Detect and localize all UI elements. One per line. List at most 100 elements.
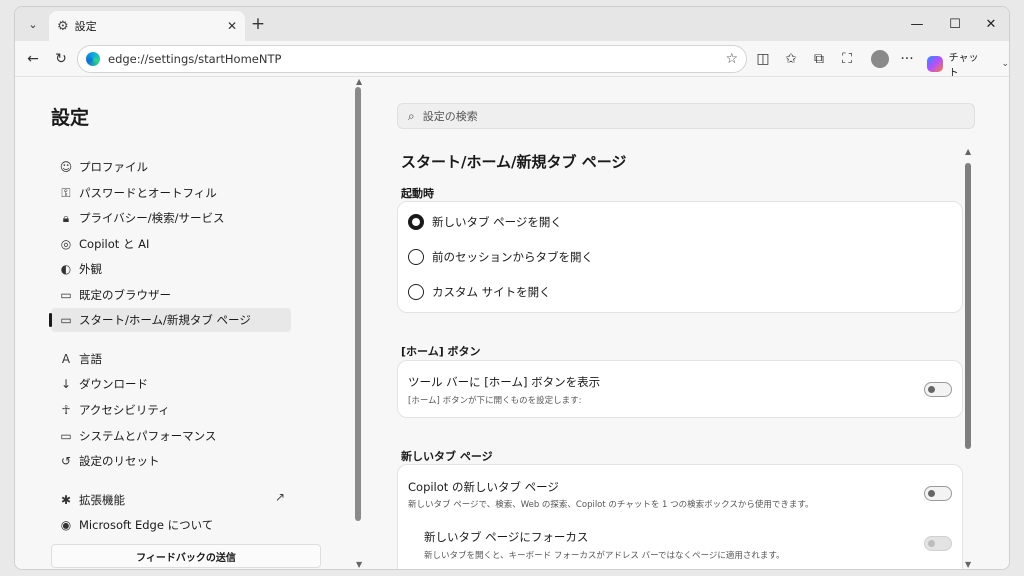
tab-settings[interactable]: ⚙ 設定 ✕ [49,11,245,41]
home-tab-icon: ▭ [60,313,72,327]
sidebar-item-start-home-newtab[interactable]: ▭ スタート/ホーム/新規タブ ページ [49,308,291,332]
key-icon: ⚿ [61,185,71,200]
split-screen-icon[interactable]: ◫ [751,47,775,71]
newtab-focus-title: 新しいタブ ページにフォーカス [424,530,589,544]
sidebar-item-extensions[interactable]: ✱ 拡張機能 ↗ [51,488,291,512]
sidebar-scrollbar[interactable] [355,87,361,521]
sidebar-item-label: 設定のリセット [79,454,160,468]
chevron-down-icon[interactable]: ⌄ [1001,59,1009,69]
sidebar-item-label: Copilot と AI [79,237,150,251]
sidebar-scroll-down-icon[interactable]: ▼ [356,560,362,569]
laptop-icon: ▭ [60,429,72,443]
home-button-toggle[interactable] [924,382,952,397]
radio-label: 前のセッションからタブを開く [432,250,593,264]
sidebar-item-label: 言語 [79,352,102,366]
settings-sidebar: 設定 ☺ プロファイル ⚿ パスワードとオートフィル 🔒︎ プライバシー/検索/サービ… [45,77,355,569]
accessibility-icon: ☥ [61,403,71,417]
palette-icon: ◐ [60,262,72,276]
sidebar-item-label: 既定のブラウザー [79,288,171,302]
radio-label: 新しいタブ ページを開く [432,215,562,229]
sidebar-item-system[interactable]: ▭ システムとパフォーマンス [51,424,291,448]
address-bar[interactable]: edge://settings/startHomeNTP ☆ [77,45,747,73]
startup-section-label: 起動時 [401,187,434,200]
radio-selected[interactable] [408,214,424,230]
screenshot-icon[interactable]: ⛶ [835,47,859,71]
minimize-icon[interactable]: — [899,13,935,35]
download-icon: ↓ [60,377,72,391]
browser-window: ⌄ ⚙ 設定 ✕ + — ☐ ✕ ← ↻ edge://settings/sta… [14,6,1010,570]
home-button-title: ツール バーに [ホーム] ボタンを表示 [408,375,601,389]
new-tab-plus-icon[interactable]: + [247,13,269,35]
home-button-subtitle: [ホーム] ボタンが下に開くものを設定します: [408,396,582,406]
sidebar-item-profiles[interactable]: ☺ プロファイル [51,155,291,179]
home-button-card: ツール バーに [ホーム] ボタンを表示 [ホーム] ボタンが下に開くものを設定… [397,360,963,418]
settings-search[interactable]: ⌕ 設定の検索 [397,103,975,129]
sidebar-item-label: パスワードとオートフィル [79,186,217,200]
main-scroll-down-icon[interactable]: ▼ [965,560,971,569]
main-scroll-up-icon[interactable]: ▲ [965,147,971,156]
radio-unselected[interactable] [408,249,424,265]
copilot-icon: ◎ [60,237,72,251]
copilot-label: チャット [948,53,979,79]
newtab-card: Copilot の新しいタブ ページ 新しいタブ ページで、検索、Web の探索… [397,464,963,569]
radio-label: カスタム サイトを開く [432,285,551,299]
more-menu-icon[interactable]: ··· [895,47,919,71]
favorite-star-icon[interactable]: ☆ [725,51,738,67]
search-icon: ⌕ [408,108,415,123]
sidebar-item-label: 拡張機能 [79,493,125,507]
sidebar-item-label: ダウンロード [79,377,148,391]
collections-icon[interactable]: ⧉ [807,47,831,71]
page-title: スタート/ホーム/新規タブ ページ [401,153,627,171]
profile-avatar[interactable] [871,50,889,68]
toolbar: ← ↻ edge://settings/startHomeNTP ☆ ◫ ✩ ⧉… [15,41,1009,79]
title-bar: ⌄ ⚙ 設定 ✕ + — ☐ ✕ [15,7,1009,41]
edge-logo-icon [86,52,100,66]
refresh-icon[interactable]: ↻ [49,47,73,71]
sidebar-item-label: 外観 [79,262,102,276]
sidebar-item-label: プライバシー/検索/サービス [79,211,225,225]
sidebar-item-accessibility[interactable]: ☥ アクセシビリティ [51,398,291,422]
copilot-button[interactable]: チャット ⌄ [927,49,1009,79]
newtab-focus-subtitle: 新しいタブを開くと、キーボード フォーカスがアドレス バーではなくページに適用さ… [424,551,785,561]
main-scrollbar[interactable] [965,163,971,449]
home-section-label: [ホーム] ボタン [401,345,481,358]
language-icon: A [61,352,71,366]
extensions-icon: ✱ [60,493,72,507]
tab-title: 設定 [74,20,97,33]
sidebar-scroll-up-icon[interactable]: ▲ [356,77,362,86]
sidebar-item-passwords[interactable]: ⚿ パスワードとオートフィル [51,181,291,205]
feedback-button[interactable]: フィードバックの送信 [51,544,321,568]
sidebar-item-reset[interactable]: ↺ 設定のリセット [51,449,291,473]
search-placeholder: 設定の検索 [422,110,478,123]
sidebar-item-label: Microsoft Edge について [79,518,214,532]
sidebar-item-privacy[interactable]: 🔒︎ プライバシー/検索/サービス [51,206,291,230]
sidebar-item-copilot[interactable]: ◎ Copilot と AI [51,232,291,256]
back-arrow-icon[interactable]: ← [21,47,45,71]
copilot-newtab-toggle[interactable] [924,486,952,501]
profile-icon: ☺ [59,160,73,174]
favorites-icon[interactable]: ✩ [779,47,803,71]
sidebar-title: 設定 [51,107,90,129]
copilot-newtab-subtitle: 新しいタブ ページで、検索、Web の探索、Copilot のチャットを 1 つ… [408,500,814,510]
radio-unselected[interactable] [408,284,424,300]
startup-option-previous-session[interactable]: 前のセッションからタブを開く [408,249,593,265]
close-window-icon[interactable]: ✕ [973,13,1009,35]
edge-icon: ◉ [60,518,72,532]
sidebar-item-about[interactable]: ◉ Microsoft Edge について [51,513,291,537]
lock-icon: 🔒︎ [62,210,70,225]
address-url: edge://settings/startHomeNTP [108,52,282,66]
copilot-newtab-title: Copilot の新しいタブ ページ [408,480,559,494]
copilot-icon [927,56,943,72]
tab-actions-chevron-icon[interactable]: ⌄ [21,13,45,35]
startup-option-newtab[interactable]: 新しいタブ ページを開く [408,214,562,230]
sidebar-item-languages[interactable]: A 言語 [51,347,291,371]
startup-card: 新しいタブ ページを開く 前のセッションからタブを開く カスタム サイトを開く [397,201,963,313]
maximize-icon[interactable]: ☐ [937,13,973,35]
sidebar-item-label: プロファイル [79,160,148,174]
sidebar-item-default-browser[interactable]: ▭ 既定のブラウザー [51,283,291,307]
newtab-focus-toggle[interactable] [924,536,952,551]
startup-option-custom-site[interactable]: カスタム サイトを開く [408,284,551,300]
close-tab-icon[interactable]: ✕ [227,19,237,33]
sidebar-item-downloads[interactable]: ↓ ダウンロード [51,372,291,396]
sidebar-item-appearance[interactable]: ◐ 外観 [51,257,291,281]
